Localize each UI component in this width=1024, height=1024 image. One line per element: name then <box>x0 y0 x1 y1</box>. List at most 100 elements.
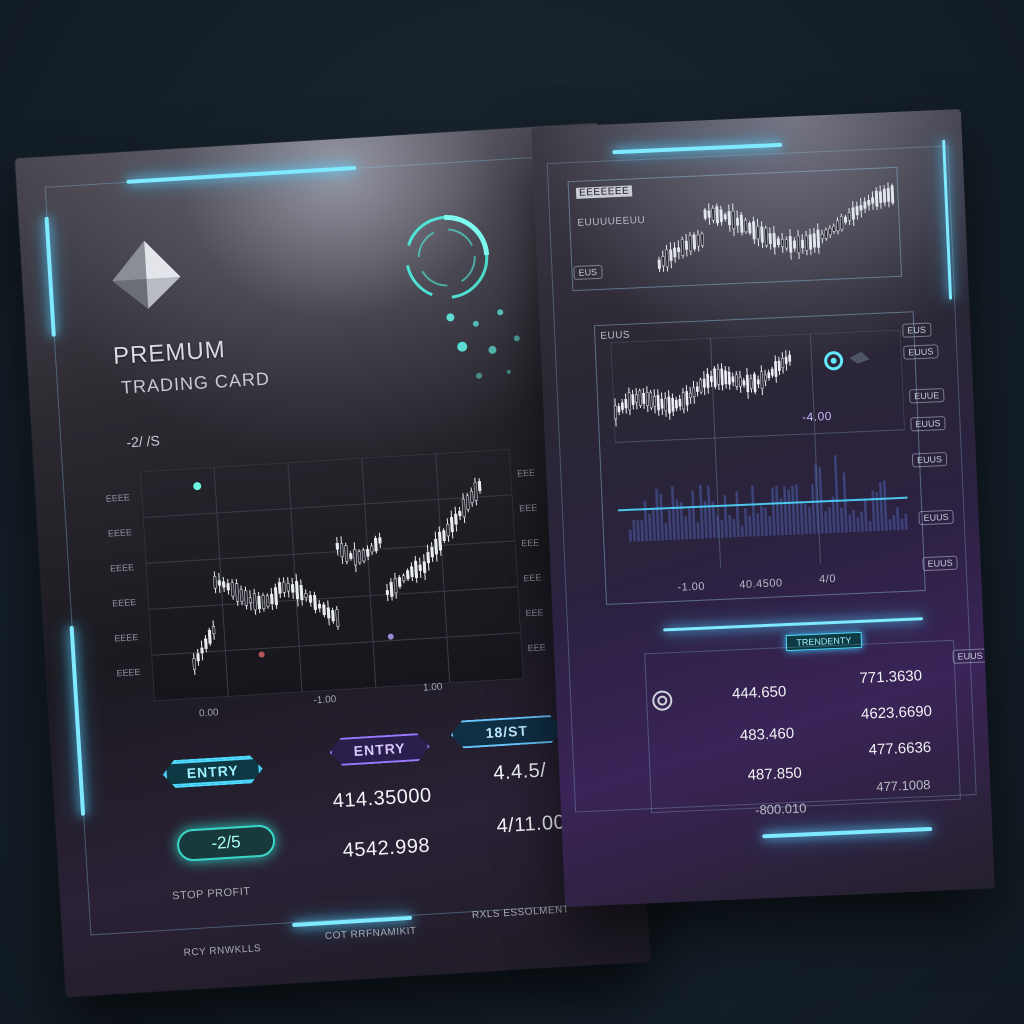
candle-body <box>617 406 621 413</box>
volume-bar <box>868 521 872 532</box>
candle-body <box>760 226 764 243</box>
volume-bar <box>831 496 836 533</box>
candle-body <box>649 391 653 409</box>
value-left-1: 444.650 <box>731 683 787 703</box>
value-right-4: 477.1008 <box>875 776 931 795</box>
candle-body <box>418 564 422 571</box>
candle-body <box>700 233 704 247</box>
candle-body <box>727 371 731 385</box>
candle-body <box>405 570 410 580</box>
volume-bar <box>791 485 796 535</box>
volume-bar <box>698 484 704 539</box>
volume-bar <box>795 484 800 535</box>
candle-body <box>706 373 710 388</box>
candle-body <box>855 205 859 216</box>
candle-body <box>207 629 212 644</box>
refresh-icon[interactable] <box>650 688 675 713</box>
candle-body <box>836 220 840 232</box>
candle-body <box>756 379 760 385</box>
candle-body <box>335 542 340 550</box>
candle-body <box>851 207 855 220</box>
candle-body <box>720 368 724 386</box>
candle-body <box>213 576 217 589</box>
volume-bar <box>900 518 904 530</box>
candle-body <box>699 379 703 393</box>
volume-bar <box>803 503 808 535</box>
candle-body <box>707 210 711 218</box>
volume-bar <box>783 486 788 536</box>
volume-bar <box>675 499 680 540</box>
candle-body <box>874 190 879 207</box>
candle-body <box>715 206 719 224</box>
ratio-pill[interactable]: -2/5 <box>176 824 276 862</box>
candle-body <box>800 239 805 249</box>
candle-body <box>796 235 801 254</box>
candle-body <box>776 238 780 246</box>
candle-body <box>361 549 366 562</box>
candle-body <box>653 396 657 407</box>
candle-body <box>780 238 785 247</box>
candle-body <box>627 392 632 411</box>
candle-body <box>385 590 390 595</box>
candle-body <box>313 594 317 610</box>
candle-body <box>308 595 313 603</box>
candle-body <box>731 210 736 229</box>
candle-body <box>204 638 208 649</box>
candle-body <box>680 239 685 256</box>
candle-body <box>378 537 382 544</box>
candle-body <box>326 607 331 619</box>
candle-body <box>768 233 772 244</box>
candle-body <box>748 222 752 234</box>
candle-body <box>226 583 230 591</box>
side-badge: EUUE <box>908 387 945 404</box>
candle-body <box>788 236 793 253</box>
candle-body <box>774 361 778 377</box>
target-value-2: 4/11.00 <box>495 811 566 838</box>
candle-body <box>430 546 434 558</box>
candle-body <box>211 626 216 635</box>
value-right-2: 4623.6690 <box>860 702 933 723</box>
volume-bar <box>852 509 856 533</box>
volume-bar <box>751 485 756 537</box>
volume-bar <box>684 516 688 540</box>
candle-body <box>661 256 665 267</box>
candle-body <box>613 405 618 420</box>
candle-body <box>349 553 353 559</box>
candle-body <box>277 582 282 594</box>
candle-body <box>681 392 686 410</box>
candle-body <box>373 537 378 552</box>
volume-bar <box>787 489 792 535</box>
volume-bar <box>691 490 696 540</box>
candle-body <box>772 233 777 248</box>
candlestick-series <box>613 350 792 427</box>
volume-bar <box>648 513 652 541</box>
candle-body <box>749 378 753 389</box>
volume-bar <box>723 495 728 538</box>
candle-body <box>816 229 821 248</box>
footer-label-left: RCY RNWKLLS <box>183 943 262 959</box>
candle-body <box>703 209 707 219</box>
volume-bar <box>871 490 876 532</box>
candle-body <box>635 394 639 403</box>
middle-panel-header: EUUS <box>600 329 631 342</box>
volume-bar <box>720 519 724 538</box>
middle-x-label-2: 40.4500 <box>739 577 783 592</box>
volume-bar <box>763 507 768 536</box>
candle-body <box>663 398 668 412</box>
volume-bar <box>643 500 648 542</box>
side-badge: EUUS <box>911 451 948 468</box>
candle-body <box>265 595 270 607</box>
ratio-label: -2/ /S <box>125 432 161 451</box>
candle-body <box>665 249 669 268</box>
candle-body <box>727 211 732 226</box>
price-chart <box>140 448 524 702</box>
middle-x-label-3: 4/0 <box>818 572 837 586</box>
candlestick-series <box>657 182 895 272</box>
candle-body <box>426 552 431 564</box>
diamond-logo-icon <box>112 240 181 309</box>
volume-bar <box>640 520 644 542</box>
candle-body <box>788 354 792 362</box>
candle-body <box>709 375 713 382</box>
candle-body <box>449 517 454 533</box>
candle-body <box>886 187 891 202</box>
